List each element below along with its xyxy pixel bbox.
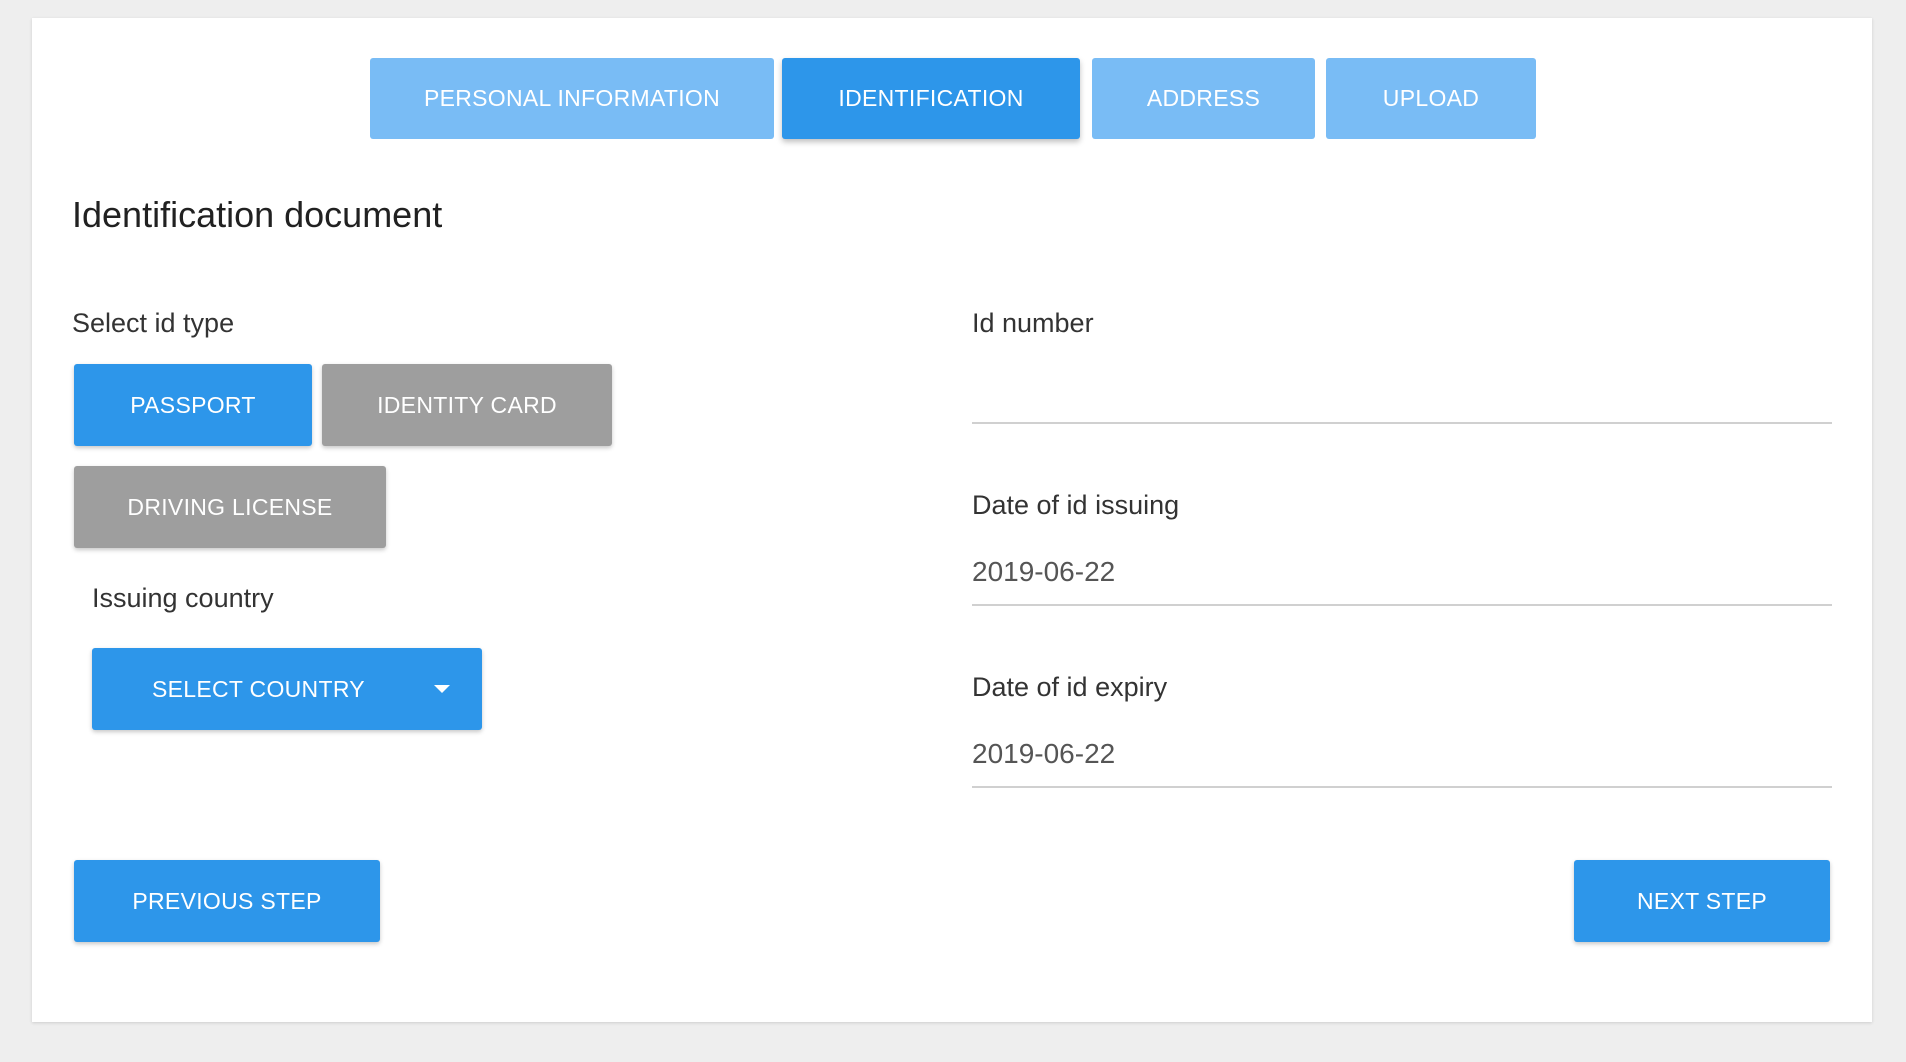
date-expiry-input[interactable]: 2019-06-22 [972,738,1115,770]
id-number-input[interactable] [972,368,1832,428]
date-issuing-input[interactable]: 2019-06-22 [972,556,1115,588]
date-issuing-label: Date of id issuing [972,490,1180,520]
driving-license-button[interactable]: DRIVING LICENSE [74,466,386,548]
tab-identification[interactable]: IDENTIFICATION [782,58,1080,139]
issuing-country-label: Issuing country [92,583,274,613]
tab-upload[interactable]: UPLOAD [1326,58,1536,139]
previous-step-button[interactable]: PREVIOUS STEP [74,860,380,942]
select-country-dropdown[interactable]: SELECT COUNTRY [92,648,482,730]
id-number-underline [972,422,1832,424]
passport-button[interactable]: PASSPORT [74,364,312,446]
id-number-label: Id number [972,308,1094,338]
caret-down-icon [434,685,450,693]
date-issuing-underline [972,604,1832,606]
tab-address[interactable]: ADDRESS [1092,58,1315,139]
date-expiry-label: Date of id expiry [972,672,1168,702]
tab-personal-information[interactable]: PERSONAL INFORMATION [370,58,774,139]
select-country-label: SELECT COUNTRY [152,675,365,702]
id-type-label: Select id type [72,308,235,338]
section-title: Identification document [72,194,443,235]
identity-card-button[interactable]: IDENTITY CARD [322,364,612,446]
date-expiry-underline [972,786,1832,788]
form-card: PERSONAL INFORMATION IDENTIFICATION ADDR… [32,18,1872,1022]
next-step-button[interactable]: NEXT STEP [1574,860,1830,942]
